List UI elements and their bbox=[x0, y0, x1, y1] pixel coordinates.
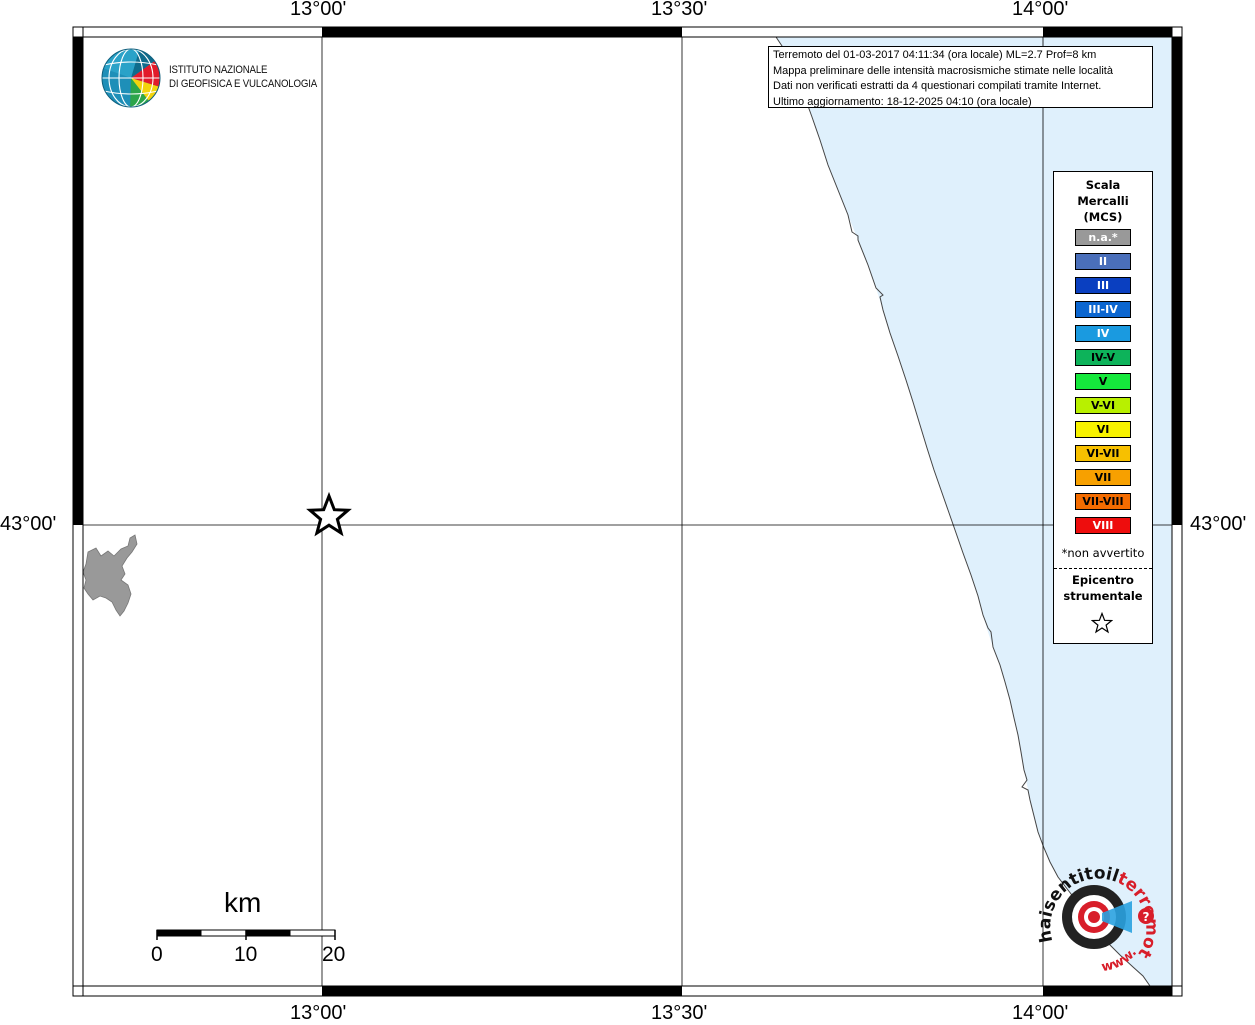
legend-item-ii: II bbox=[1075, 253, 1131, 270]
legend-item-vii-viii: VII-VIII bbox=[1075, 493, 1131, 510]
scale-tick-0: 0 bbox=[151, 943, 163, 966]
legend-item-vi-vii: VI-VII bbox=[1075, 445, 1131, 462]
ingv-logo-text: ISTITUTO NAZIONALE DI GEOFISICA E VULCAN… bbox=[169, 63, 317, 91]
mcs-legend: Scala Mercalli (MCS) n.a.* II III III-IV IV I… bbox=[1053, 171, 1153, 644]
haisentito-badge-logo: haisentitoilterremoto.it www. ? bbox=[1032, 853, 1161, 975]
badge-prefix: www. bbox=[1100, 945, 1140, 975]
legend-epicenter-line-2: strumentale bbox=[1063, 589, 1143, 603]
info-line-1: Terremoto del 01-03-2017 04:11:34 (ora l… bbox=[773, 49, 1097, 61]
info-line-4: Ultimo aggiornamento: 18-12-2025 04:10 (… bbox=[773, 95, 1032, 108]
grey-area bbox=[82, 534, 138, 617]
legend-item-iv-v: IV-V bbox=[1075, 349, 1131, 366]
badge-question-mark: ? bbox=[1143, 910, 1150, 924]
ingv-logo-line-2: DI GEOFISICA E VULCANOLOGIA bbox=[169, 78, 318, 90]
lon-label-top-1330: 13°30' bbox=[651, 0, 708, 20]
legend-item-iii-iv: III-IV bbox=[1075, 301, 1131, 318]
epicenter-star-icon bbox=[306, 491, 352, 537]
legend-title: Scala Mercalli (MCS) bbox=[1054, 177, 1152, 225]
legend-item-iii: III bbox=[1075, 277, 1131, 294]
legend-star-icon bbox=[1091, 612, 1113, 634]
scale-bar-title: km bbox=[224, 887, 262, 918]
legend-epicenter-label: Epicentro strumentale bbox=[1054, 572, 1152, 604]
legend-divider bbox=[1054, 568, 1152, 569]
lon-label-top-1300: 13°00' bbox=[290, 0, 347, 20]
lon-label-bottom-1330: 13°30' bbox=[651, 1002, 708, 1024]
ingv-logo-line-1: ISTITUTO NAZIONALE bbox=[169, 64, 268, 76]
legend-title-line-1: Scala bbox=[1085, 178, 1121, 192]
legend-item-v: V bbox=[1075, 373, 1131, 390]
legend-item-n-a: n.a.* bbox=[1075, 229, 1131, 246]
legend-epicenter-line-1: Epicentro bbox=[1072, 573, 1134, 587]
lat-label-right: 43°00' bbox=[1190, 513, 1247, 535]
legend-title-line-3: (MCS) bbox=[1083, 210, 1123, 224]
lon-label-top-1400: 14°00' bbox=[1012, 0, 1069, 20]
legend-item-viii: VIII bbox=[1075, 517, 1131, 534]
legend-item-vii: VII bbox=[1075, 469, 1131, 486]
info-line-3: Dati non verificati estratti da 4 questi… bbox=[773, 80, 1102, 92]
info-line-2: Mappa preliminare delle intensità macros… bbox=[773, 64, 1113, 77]
scale-tick-20: 20 bbox=[322, 943, 346, 966]
scale-bar bbox=[156, 929, 336, 940]
event-info-box: Terremoto del 01-03-2017 04:11:34 (ora l… bbox=[768, 46, 1153, 108]
lon-label-bottom-1400: 14°00' bbox=[1012, 1002, 1069, 1024]
lat-label-left: 43°00' bbox=[0, 513, 57, 535]
scale-tick-10: 10 bbox=[234, 943, 258, 966]
legend-item-iv: IV bbox=[1075, 325, 1131, 342]
lon-label-bottom-1300: 13°00' bbox=[290, 1002, 347, 1024]
legend-note: *non avvertito bbox=[1061, 546, 1145, 560]
legend-item-vi: VI bbox=[1075, 421, 1131, 438]
legend-title-line-2: Mercalli bbox=[1077, 194, 1129, 208]
legend-item-v-vi: V-VI bbox=[1075, 397, 1131, 414]
badge-prefix-text: www. bbox=[1100, 945, 1140, 975]
ingv-globe-logo-icon bbox=[101, 48, 161, 108]
